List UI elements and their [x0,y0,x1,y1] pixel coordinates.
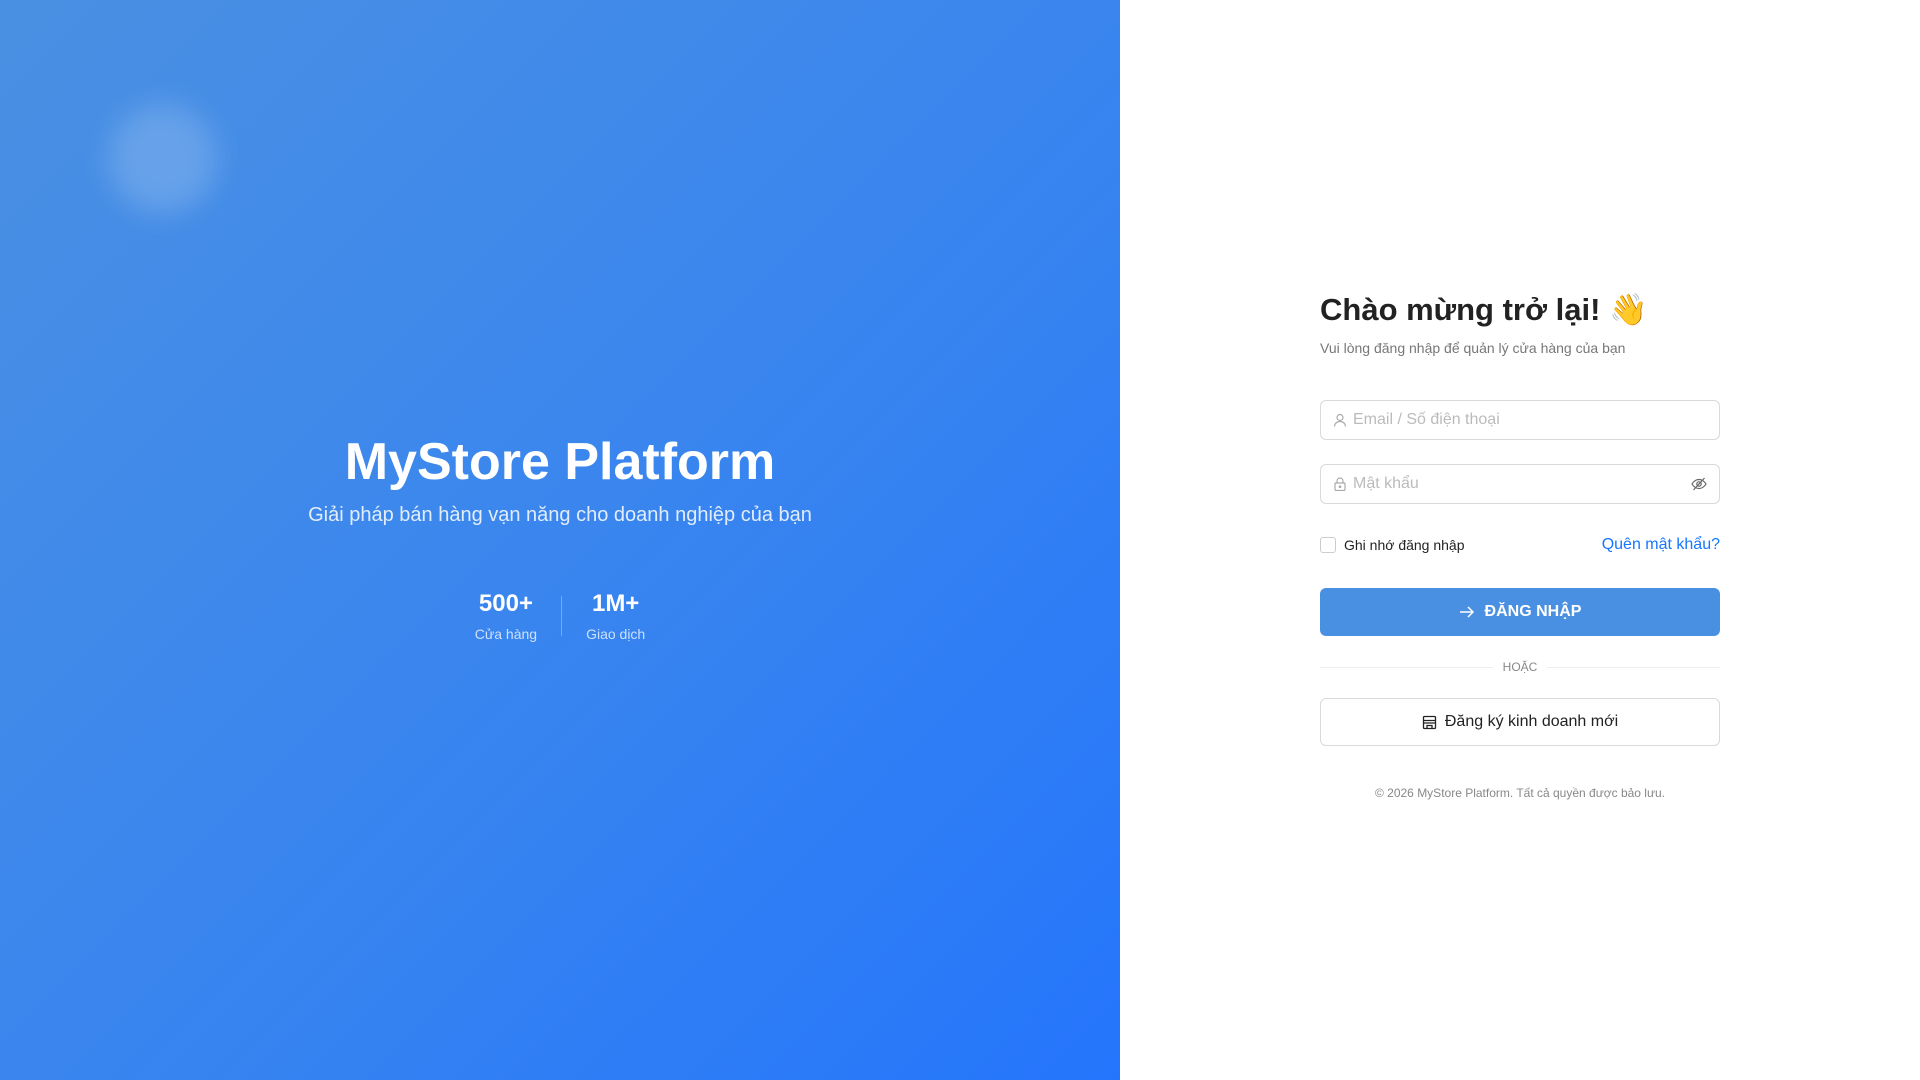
login-panel: Chào mừng trở lại! 👋 Vui lòng đăng nhập … [1120,0,1920,1080]
stat-label: Giao dịch [586,626,646,642]
arrow-right-icon [1459,606,1474,618]
register-label: Đăng ký kinh doanh mới [1444,713,1619,730]
stat-value: 500+ [478,590,533,617]
remember-me[interactable]: Ghi nhớ đăng nhập [1320,537,1465,553]
or-label: HOẶC [1502,660,1538,674]
welcome-title: Chào mừng trở lại! 👋 [1320,292,1648,327]
login-button[interactable]: ĐĂNG NHẬP [1320,588,1720,636]
user-icon [1333,413,1347,427]
or-divider: HOẶC [1320,660,1721,674]
stat-stores: 500+ Cửa hàng [451,590,561,642]
lock-icon [1334,477,1346,491]
eye-off-icon[interactable] [1691,477,1707,491]
forgot-password-link[interactable]: Quên mật khẩu? [1602,536,1720,554]
email-input[interactable] [1353,411,1707,429]
password-input[interactable] [1353,475,1691,493]
stats: 500+ Cửa hàng 1M+ Giao dịch [0,590,1120,642]
copyright: © 2026 MyStore Platform. Tất cả quyền đư… [1374,786,1666,800]
remember-checkbox[interactable] [1320,537,1336,553]
stat-value: 1M+ [591,590,640,617]
decorative-blob [108,104,218,214]
welcome-subtitle: Vui lòng đăng nhập để quản lý cửa hàng c… [1320,340,1626,356]
brand-title: MyStore Platform [344,433,776,491]
password-field[interactable] [1320,464,1720,504]
store-icon [1422,715,1437,729]
options-row: Ghi nhớ đăng nhập Quên mật khẩu? [1320,536,1720,554]
email-field[interactable] [1320,400,1720,440]
login-form: Chào mừng trở lại! 👋 Vui lòng đăng nhập … [1320,290,1721,800]
hero-panel: MyStore Platform Giải pháp bán hàng vạn … [0,0,1120,1080]
stat-label: Cửa hàng [474,626,538,642]
brand-tagline: Giải pháp bán hàng vạn năng cho doanh ng… [308,504,812,526]
register-business-button[interactable]: Đăng ký kinh doanh mới [1320,698,1720,746]
stat-transactions: 1M+ Giao dịch [562,590,669,642]
login-button-label: ĐĂNG NHẬP [1484,603,1582,620]
remember-label: Ghi nhớ đăng nhập [1344,537,1465,553]
